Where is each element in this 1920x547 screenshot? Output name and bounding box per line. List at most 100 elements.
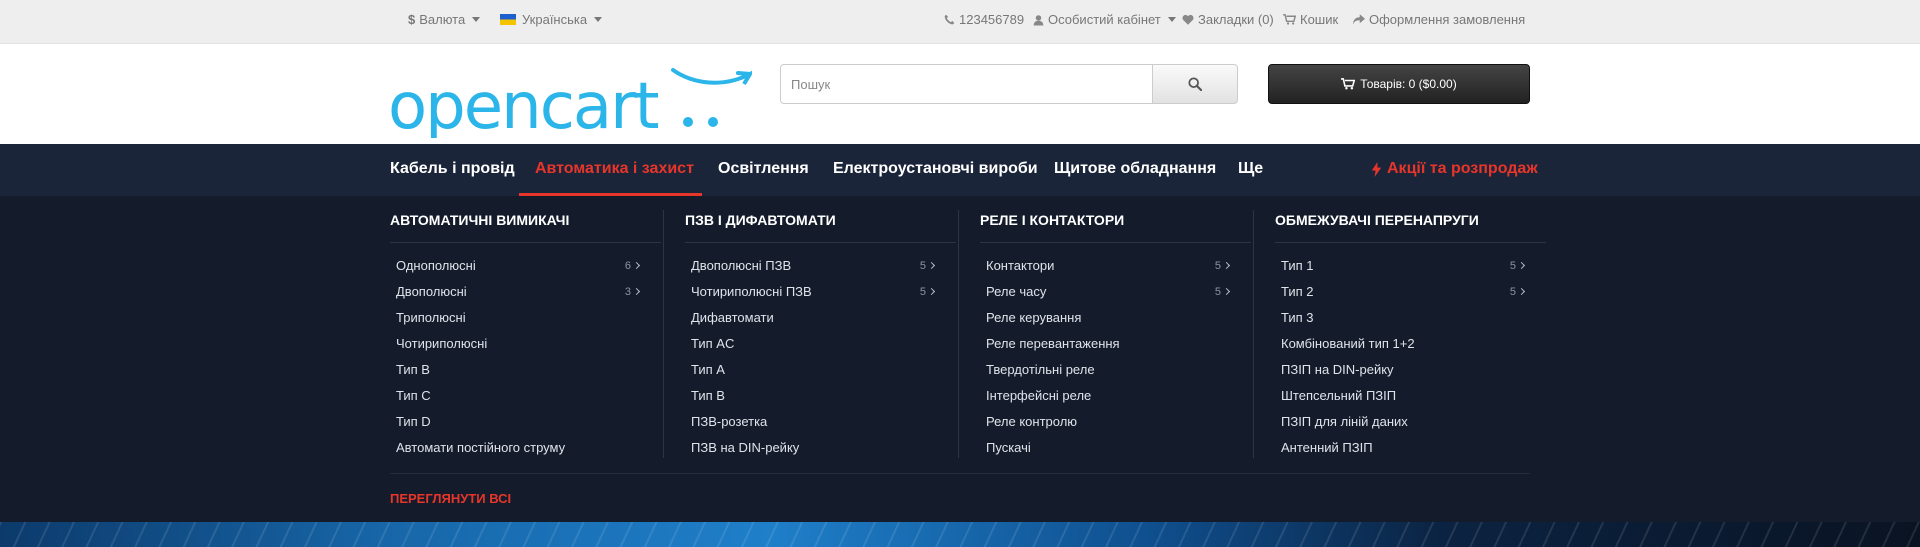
search-input[interactable] [780,64,1153,104]
list-item[interactable]: Штепсельний ПЗІП [1281,388,1524,403]
phone-number: 123456789 [959,12,1025,27]
item-label: Реле перевантаження [986,336,1120,351]
language-label: Українська [522,12,588,27]
list-item[interactable]: Тип B [691,388,934,403]
list-item[interactable]: Однополюсні 6 [396,258,641,273]
wishlist-link[interactable]: Закладки (0) [1182,12,1274,27]
nav-item-panel-equipment[interactable]: Щитове обладнання [1054,160,1216,178]
list-item[interactable]: Комбінований тип 1+2 [1281,336,1524,351]
checkout-link[interactable]: Оформлення замовлення [1353,12,1525,27]
currency-dropdown[interactable]: $ Валюта [408,12,481,27]
list-item[interactable]: Тип 3 [1281,310,1524,325]
header: opencart Товарів: 0 ($0.00) [0,44,1920,144]
list-item[interactable]: Чотириполюсні [396,336,639,351]
item-label: Тип C [396,388,431,403]
item-label: Автомати постійного струму [396,440,566,455]
nav-item-wiring-devices[interactable]: Електроустановчі вироби [833,160,1038,178]
nav-item-more[interactable]: Ще [1238,160,1263,178]
item-count: 5 [919,284,936,299]
caret-down-icon [472,17,481,22]
item-label: Тип 2 [1281,284,1314,299]
cart-icon [1283,14,1296,25]
item-label: Інтерфейсні реле [986,388,1092,403]
cart-link[interactable]: Кошик [1283,12,1338,27]
list-item[interactable]: Реле часу 5 [986,284,1231,299]
cart-total-button[interactable]: Товарів: 0 ($0.00) [1268,64,1530,104]
cart-icon [1341,78,1356,90]
divider [390,242,661,243]
nav-item-automation[interactable]: Автоматика і захист [535,160,694,178]
list-item[interactable]: Двополюсні ПЗВ 5 [691,258,936,273]
item-label: Чотириполюсні [396,336,488,351]
bolt-icon [1371,161,1382,177]
count-value: 5 [919,259,926,272]
menu-column-rcd: ПЗВ І ДИФАВТОМАТИ Двополюсні ПЗВ 5 Чотири… [685,196,960,460]
list-item[interactable]: Твердотільні реле [986,362,1229,377]
list-item[interactable]: Тип AC [691,336,934,351]
item-count: 5 [1510,258,1526,273]
menu-column-relays: РЕЛЕ І КОНТАКТОРИ Контактори 5 Реле часу 5… [980,196,1255,460]
top-bar: $ Валюта Українська 123456789 Особистий … [0,0,1920,44]
item-label: Чотириполюсні ПЗВ [691,284,812,299]
list-item[interactable]: ПЗІП для ліній даних [1281,414,1524,429]
menu-column-breakers: АВТОМАТИЧНІ ВИМИКАЧІ Однополюсні 6 Двопол… [390,196,665,460]
list-item[interactable]: Чотириполюсні ПЗВ 5 [691,284,936,299]
list-item[interactable]: Реле керування [986,310,1229,325]
mega-menu: АВТОМАТИЧНІ ВИМИКАЧІ Однополюсні 6 Двопол… [0,196,1920,522]
column-title[interactable]: ОБМЕЖУВАЧІ ПЕРЕНАПРУГИ [1275,212,1479,228]
item-label: Триполюсні [396,310,466,325]
item-label: Реле часу [986,284,1047,299]
count-value: 3 [624,285,631,298]
count-value: 5 [1509,285,1516,298]
item-label: Тип 1 [1281,258,1314,273]
heart-icon [1182,14,1194,25]
hero-banner[interactable] [0,522,1920,547]
search-icon [1188,77,1202,91]
user-icon [1033,14,1044,25]
column-separator [663,210,664,458]
chevron-right-icon [1222,287,1231,296]
list-item[interactable]: ПЗІП на DIN-рейку [1281,362,1524,377]
list-item[interactable]: Антенний ПЗІП [1281,440,1524,455]
view-all-link[interactable]: ПЕРЕГЛЯНУТИ ВСІ [390,491,511,506]
list-item[interactable]: Пускачі [986,440,1229,455]
list-item[interactable]: Тип A [691,362,934,377]
list-item[interactable]: Реле перевантаження [986,336,1229,351]
list-item[interactable]: Реле контролю [986,414,1229,429]
promo-label: Акції та розпродаж [1387,160,1538,177]
chevron-right-icon [927,287,936,296]
list-item[interactable]: Тип D [396,414,639,429]
list-item[interactable]: Тип C [396,388,639,403]
column-title[interactable]: РЕЛЕ І КОНТАКТОРИ [980,212,1124,228]
list-item[interactable]: Контактори 5 [986,258,1231,273]
item-label: Тип 3 [1281,310,1314,325]
nav-item-cable[interactable]: Кабель і провід [390,160,515,178]
list-item[interactable]: Тип B [396,362,639,377]
list-item[interactable]: Інтерфейсні реле [986,388,1229,403]
search-button[interactable] [1153,64,1238,104]
nav-item-lighting[interactable]: Освітлення [718,160,809,178]
list-item[interactable]: Тип 1 5 [1281,258,1526,273]
list-item[interactable]: Автомати постійного струму [396,440,639,455]
divider [980,242,1251,243]
column-title[interactable]: АВТОМАТИЧНІ ВИМИКАЧІ [390,212,569,228]
list-item[interactable]: Тип 2 5 [1281,284,1526,299]
account-dropdown[interactable]: Особистий кабінет [1033,12,1176,27]
list-item[interactable]: Двополюсні 3 [396,284,641,299]
list-item[interactable]: Триполюсні [396,310,639,325]
item-label: Штепсельний ПЗІП [1281,388,1397,403]
column-title[interactable]: ПЗВ І ДИФАВТОМАТИ [685,212,836,228]
language-dropdown[interactable]: Українська [500,12,603,27]
list-item[interactable]: Дифавтомати [691,310,934,325]
list-item[interactable]: ПЗВ-розетка [691,414,934,429]
phone-link[interactable]: 123456789 [944,12,1024,27]
list-item[interactable]: ПЗВ на DIN-рейку [691,440,934,455]
caret-down-icon [1167,17,1176,22]
item-label: Тип B [691,388,725,403]
nav-item-promotions[interactable]: Акції та розпродаж [1371,160,1538,178]
opencart-logo[interactable]: opencart [388,62,756,144]
item-label: Двополюсні [396,284,467,299]
item-count: 5 [1214,258,1231,273]
count-value: 5 [1214,259,1221,272]
count-value: 5 [919,285,926,298]
